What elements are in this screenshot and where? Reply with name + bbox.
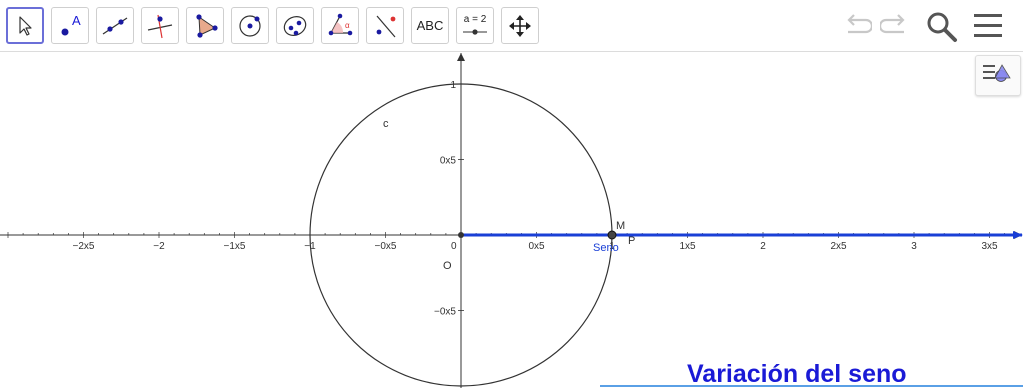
undo-icon bbox=[842, 14, 874, 44]
point-o[interactable] bbox=[458, 232, 464, 238]
axes: −2x5 −2 −1x5 −1 −0x5 0 0x5 1 1x5 2 2x5 3 3x5 10x5−0x… bbox=[0, 53, 1022, 388]
move-graphics-view-tool[interactable] bbox=[501, 7, 539, 44]
perpendicular-icon bbox=[146, 13, 174, 39]
x-tick-label: 1x5 bbox=[679, 241, 696, 252]
point-p-label: P bbox=[628, 235, 635, 247]
y-tick-label: −0x5 bbox=[434, 307, 456, 318]
point-m-label: M bbox=[616, 220, 625, 232]
menu-button[interactable] bbox=[973, 12, 1003, 45]
search-icon bbox=[925, 12, 959, 48]
x-axis-tick-labels: −2x5 −2 −1x5 −1 −0x5 0 0x5 1 1x5 2 2x5 3 3x5 bbox=[73, 241, 998, 252]
x-tick-label: −2 bbox=[153, 241, 165, 252]
angle-tool-label: α bbox=[345, 20, 350, 30]
toolbar: A α ABC a = 2 bbox=[0, 0, 1023, 52]
circle-icon bbox=[236, 12, 264, 40]
x-tick-label: 2 bbox=[760, 241, 766, 252]
polygon-tool[interactable] bbox=[186, 7, 224, 44]
point-m[interactable] bbox=[607, 230, 617, 240]
x-tick-label: −1x5 bbox=[224, 241, 246, 252]
x-tick-label: 2x5 bbox=[830, 241, 847, 252]
footer-divider bbox=[600, 385, 1023, 387]
circle-center-point-tool[interactable] bbox=[231, 7, 269, 44]
reflect-icon bbox=[371, 12, 399, 40]
redo-button[interactable] bbox=[878, 12, 910, 45]
slider-icon: a = 2 bbox=[459, 12, 491, 40]
slider-tool[interactable]: a = 2 bbox=[456, 7, 494, 44]
search-button[interactable] bbox=[925, 10, 959, 49]
x-tick-label: −0x5 bbox=[375, 241, 397, 252]
circle-c-label: c bbox=[383, 118, 389, 130]
hamburger-menu-icon bbox=[973, 14, 1003, 44]
y-tick-label: 0x5 bbox=[440, 156, 457, 167]
move-tool[interactable] bbox=[6, 7, 44, 44]
x-tick-label: −2x5 bbox=[73, 241, 95, 252]
point-o-label: O bbox=[443, 260, 452, 272]
point-icon: A bbox=[55, 12, 85, 40]
x-tick-label: 0 bbox=[451, 241, 457, 252]
x-tick-label: 0x5 bbox=[528, 241, 545, 252]
x-tick-label: 3x5 bbox=[981, 241, 998, 252]
reflect-tool[interactable] bbox=[366, 7, 404, 44]
line-tool[interactable] bbox=[96, 7, 134, 44]
graphics-view[interactable]: −2x5 −2 −1x5 −1 −0x5 0 0x5 1 1x5 2 2x5 3 3x5 10x5−0x… bbox=[0, 53, 1023, 388]
y-axis-tick-labels: 1 0x5 −0x5 bbox=[434, 80, 464, 318]
line-icon bbox=[101, 14, 129, 38]
seno-label: Seno bbox=[593, 242, 619, 254]
angle-tool[interactable]: α bbox=[321, 7, 359, 44]
y-tick-label: 1 bbox=[450, 80, 456, 91]
ellipse-icon bbox=[281, 12, 309, 40]
text-icon: ABC bbox=[416, 18, 444, 33]
polygon-icon bbox=[191, 13, 219, 39]
point-tool[interactable]: A bbox=[51, 7, 89, 44]
undo-button[interactable] bbox=[842, 12, 874, 45]
point-tool-label: A bbox=[72, 12, 81, 28]
x-tick-label: 3 bbox=[911, 241, 917, 252]
redo-icon bbox=[878, 14, 910, 44]
angle-icon: α bbox=[325, 12, 355, 40]
seno-segment-arrow bbox=[1013, 231, 1023, 239]
arrow-cursor-icon bbox=[15, 15, 35, 37]
perpendicular-line-tool[interactable] bbox=[141, 7, 179, 44]
move-arrows-icon bbox=[507, 13, 533, 39]
y-axis-arrow bbox=[457, 53, 465, 61]
conic-tool[interactable] bbox=[276, 7, 314, 44]
text-tool[interactable]: ABC bbox=[411, 7, 449, 44]
